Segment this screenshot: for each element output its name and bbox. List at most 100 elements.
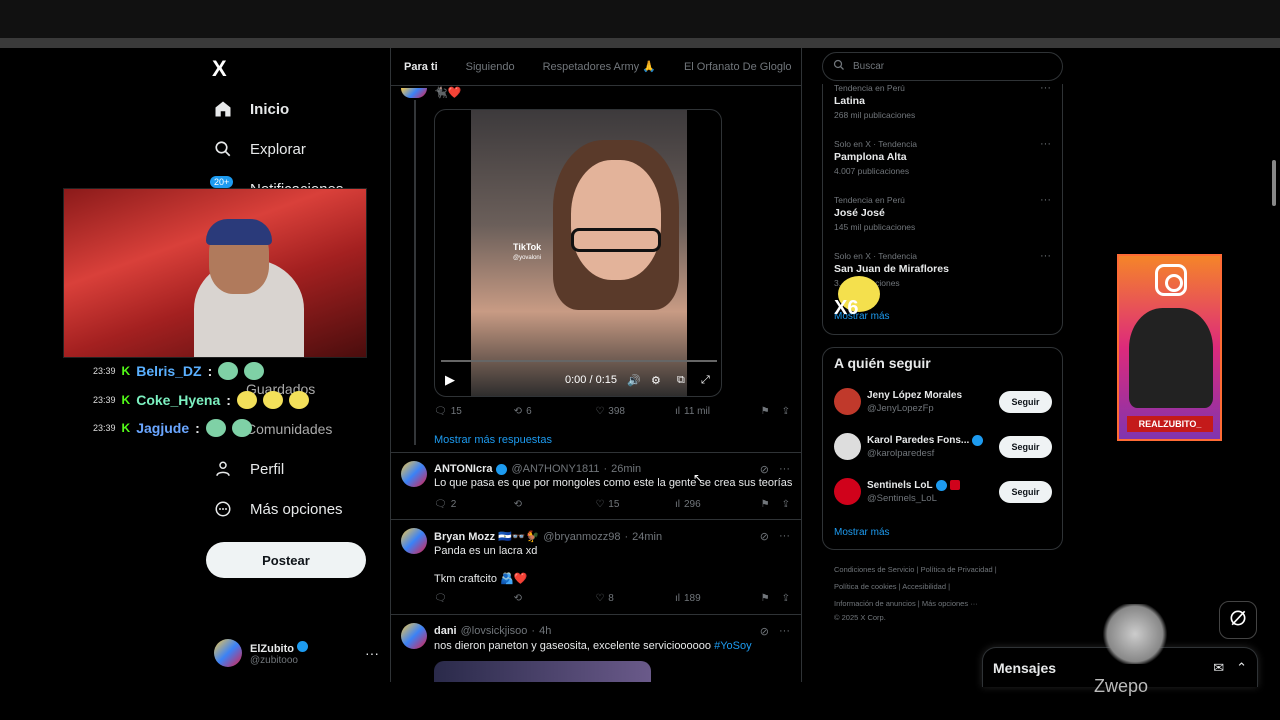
expand-icon[interactable]: ⌃ (1236, 660, 1247, 676)
fullscreen-icon[interactable]: ⤢ (701, 374, 710, 387)
who-to-follow-title: A quién seguir (834, 355, 931, 371)
more-dots-icon[interactable]: ··· (365, 645, 379, 661)
tweet-text-line2: Tkm craftcito 🫂❤️ (434, 573, 528, 585)
footer-links-line[interactable]: Información de anuncios | Más opciones ·… (834, 599, 978, 608)
follow-suggestion[interactable]: Sentinels LoL @Sentinels_LoL Seguir (834, 478, 1052, 505)
tweet-time[interactable]: 24min (632, 531, 662, 543)
more-dots-icon[interactable]: ··· (1040, 82, 1051, 94)
trend-item[interactable]: Tendencia en Perú José José 145 mil publ… (834, 195, 915, 232)
trend-count: 145 mil publicaciones (834, 222, 916, 232)
follow-suggestion[interactable]: Karol Paredes Fons... @karolparedesf Seg… (834, 433, 1052, 460)
more-dots-icon[interactable]: ··· (779, 625, 790, 638)
like-action[interactable]: ♡ 8 (595, 593, 675, 604)
tab-respetadores[interactable]: Respetadores Army 🙏 (529, 60, 670, 73)
share-icon[interactable]: ⇪ (782, 593, 790, 604)
tweet-handle[interactable]: @lovsickjisoo (461, 625, 528, 637)
verified-icon (972, 434, 984, 446)
tweet-handle[interactable]: @bryanmozz98 (543, 531, 620, 543)
share-icon[interactable]: ⇪ (782, 499, 790, 510)
tab-for-you[interactable]: Para ti (390, 61, 452, 73)
more-dots-icon[interactable]: ··· (779, 530, 790, 543)
tab-orfanato[interactable]: El Orfanato De Gloglo (670, 61, 806, 73)
picture-in-picture-icon[interactable]: ⧉ (677, 374, 685, 387)
settings-gear-icon[interactable]: ⚙ (651, 374, 661, 387)
search-input[interactable]: Buscar (853, 61, 884, 72)
nav-more[interactable]: Más opciones (212, 498, 343, 520)
trend-count: 268 mil publicaciones (834, 110, 916, 120)
tweet-author[interactable]: Bryan Mozz 🇸🇻👓🐓 (434, 530, 539, 543)
bookmark-icon[interactable]: ⚑ (761, 406, 770, 417)
trend-item[interactable]: Solo en X · Tendencia Pamplona Alta 4.00… (834, 139, 917, 176)
footer-links-line[interactable]: Política de cookies | Accesibilidad | (834, 582, 950, 591)
emote-icon (288, 391, 309, 409)
video-progress-bar[interactable] (441, 360, 717, 362)
nav-home[interactable]: Inicio (212, 98, 289, 120)
more-dots-icon[interactable]: ··· (779, 463, 790, 476)
like-count: 398 (608, 406, 625, 417)
trend-name: Pamplona Alta (834, 151, 907, 163)
timeline-tabs: Para ti Siguiendo Respetadores Army 🙏 El… (390, 48, 802, 86)
video-player[interactable]: TikTok @yovaloni ▶ 0:00 / 0:15 🔊 ⚙ ⧉ ⤢ (434, 109, 722, 397)
x-logo[interactable]: X (212, 56, 227, 82)
tweet-time[interactable]: 4h (539, 625, 551, 637)
views-action[interactable]: ıl 189 (675, 593, 761, 604)
like-action[interactable]: ♡ 15 (595, 499, 675, 510)
grok-icon[interactable]: ⊘ (760, 530, 769, 543)
new-message-icon[interactable]: ✉ (1213, 660, 1224, 676)
share-icon[interactable]: ⇪ (782, 406, 790, 417)
follow-suggestion[interactable]: Jeny López Morales @JenyLopezFp Seguir (834, 388, 1052, 415)
footer-links-line[interactable]: Condiciones de Servicio | Política de Pr… (834, 565, 997, 574)
views-action[interactable]: ıl 296 (675, 499, 761, 510)
tab-following[interactable]: Siguiendo (452, 61, 529, 73)
zwepo-logo (1100, 604, 1170, 664)
account-name-text: ElZubito (250, 642, 294, 655)
account-switcher[interactable]: ElZubito @zubitooo ··· (214, 639, 379, 667)
show-more-replies-link[interactable]: Mostrar más respuestas (434, 434, 552, 446)
page-scrollbar[interactable] (1272, 160, 1276, 206)
tweet-author[interactable]: dani (434, 625, 457, 637)
grok-button[interactable] (1219, 601, 1257, 639)
bookmark-icon[interactable]: ⚑ (761, 499, 770, 510)
retweet-action[interactable]: ⟲ (514, 499, 596, 510)
bookmark-icon[interactable]: ⚑ (761, 593, 770, 604)
tweet-media[interactable] (434, 661, 651, 682)
grok-icon[interactable]: ⊘ (760, 625, 769, 638)
reply-action[interactable]: 🗨 15 (434, 406, 514, 417)
retweet-action[interactable]: ⟲ (514, 593, 596, 604)
play-icon[interactable]: ▶ (445, 372, 455, 388)
views-action[interactable]: ıl 11 mil (675, 406, 761, 417)
tweet-top-icons: ⊘ ··· (760, 530, 790, 543)
hashtag-link[interactable]: #YoSoy (714, 640, 752, 652)
footer-copyright: © 2025 X Corp. (834, 613, 886, 622)
trend-item[interactable]: Tendencia en Perú Latina 268 mil publica… (834, 83, 915, 120)
grok-icon[interactable]: ⊘ (760, 463, 769, 476)
nav-profile[interactable]: Perfil (212, 458, 284, 480)
follow-handle: @karolparedesf (867, 447, 935, 459)
verified-icon (297, 640, 309, 652)
search-icon (833, 59, 845, 74)
nav-explore[interactable]: Explorar (212, 138, 306, 160)
tweet-handle[interactable]: @AN7HONY1811 (511, 463, 599, 475)
follow-button[interactable]: Seguir (999, 435, 1052, 458)
follow-button[interactable]: Seguir (999, 390, 1052, 413)
like-action[interactable]: ♡ 398 (595, 406, 675, 417)
volume-icon[interactable]: 🔊 (627, 374, 641, 387)
reply-action[interactable]: 🗨 (434, 593, 514, 604)
heart-icon: ♡ (595, 406, 605, 417)
follow-button[interactable]: Seguir (999, 480, 1052, 503)
more-circle-icon (212, 498, 234, 520)
more-dots-icon[interactable]: ··· (1040, 138, 1051, 150)
more-dots-icon[interactable]: ··· (1040, 194, 1051, 206)
tweet-author[interactable]: ANTONIcra (434, 463, 492, 475)
follow-name: Karol Paredes Fons... (867, 434, 970, 446)
post-button[interactable]: Postear (206, 542, 366, 578)
search-bar[interactable]: Buscar (822, 52, 1063, 81)
reply-action[interactable]: 🗨 2 (434, 499, 514, 510)
nav-communities-label[interactable]: Comunidades (246, 421, 332, 437)
tweet[interactable]: dani @lovsickjisoo · 4h ⊘ ··· nos dieron … (390, 614, 802, 682)
chat-time: 23:39 (93, 395, 116, 405)
retweet-action[interactable]: ⟲ 6 (514, 406, 596, 417)
more-dots-icon[interactable]: ··· (1040, 250, 1051, 262)
follow-show-more-link[interactable]: Mostrar más (834, 527, 890, 538)
tweet-time[interactable]: 26min (611, 463, 641, 475)
